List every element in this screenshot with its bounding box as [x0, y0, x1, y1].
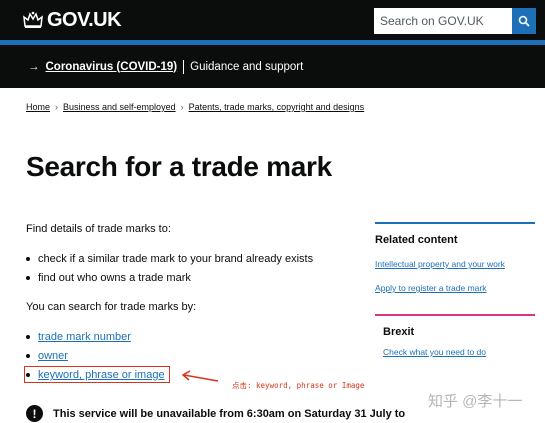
trade-mark-number-link[interactable]: trade mark number: [38, 331, 131, 343]
owner-link[interactable]: owner: [38, 350, 68, 362]
brexit-box: Brexit Check what you need to do: [375, 314, 535, 357]
purpose-list: check if a similar trade mark to your br…: [26, 251, 313, 289]
related-link-ip[interactable]: Intellectual property and your work: [375, 259, 535, 269]
covid-link[interactable]: Coronavirus (COVID-19): [46, 61, 178, 73]
service-notice: ! This service will be unavailable from …: [26, 405, 405, 422]
search-icon: [518, 15, 530, 27]
list-item: find out who owns a trade mark: [26, 270, 313, 289]
breadcrumb: Home › Business and self-employed › Pate…: [26, 102, 364, 112]
chevron-right-icon: ›: [55, 102, 59, 112]
intro-text: Find details of trade marks to:: [26, 223, 171, 235]
search-button[interactable]: [512, 8, 536, 34]
list-item: owner: [26, 348, 165, 367]
warning-icon: !: [26, 405, 43, 422]
red-arrow-icon: [181, 370, 219, 382]
breadcrumb-home[interactable]: Home: [26, 102, 50, 112]
site-header: GOV.UK Search on GOV.UK: [0, 0, 545, 40]
list-item: check if a similar trade mark to your br…: [26, 251, 313, 270]
page-title: Search for a trade mark: [26, 151, 332, 182]
list-item: trade mark number: [26, 329, 165, 348]
brexit-link[interactable]: Check what you need to do: [383, 347, 535, 357]
govuk-logo[interactable]: GOV.UK: [23, 8, 122, 31]
chevron-right-icon: ›: [180, 102, 184, 112]
logo-text: GOV.UK: [47, 8, 122, 31]
related-link-register[interactable]: Apply to register a trade mark: [375, 283, 535, 293]
watermark: 知乎 @李十一: [428, 393, 523, 410]
search-by-text: You can search for trade marks by:: [26, 301, 197, 313]
breadcrumb-business[interactable]: Business and self-employed: [63, 102, 176, 112]
covid-guidance-text: Guidance and support: [190, 60, 304, 73]
search-input[interactable]: Search on GOV.UK: [374, 8, 512, 34]
annotation-text: 点击: keyword, phrase or Image: [232, 381, 365, 390]
related-heading: Related content: [375, 234, 458, 246]
crown-icon: [23, 11, 43, 28]
related-content: Related content Intellectual property an…: [375, 222, 535, 307]
breadcrumb-patents[interactable]: Patents, trade marks, copyright and desi…: [189, 102, 365, 112]
brexit-heading: Brexit: [383, 326, 415, 338]
notice-text: This service will be unavailable from 6:…: [53, 407, 406, 420]
highlight-box: [24, 366, 170, 383]
divider: [183, 59, 185, 74]
arrow-right-icon: →: [28, 60, 40, 73]
covid-banner: → Coronavirus (COVID-19) Guidance and su…: [0, 45, 545, 88]
